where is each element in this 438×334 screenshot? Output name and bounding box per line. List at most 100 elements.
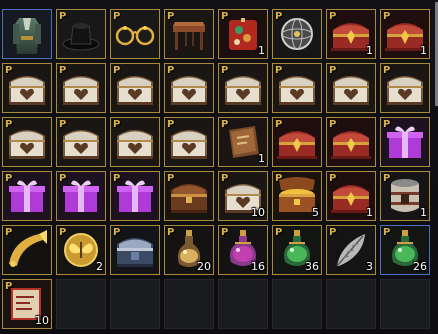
empty-inventory-slot[interactable] — [110, 279, 160, 329]
premium-badge: P — [5, 227, 13, 238]
premium-badge: P — [329, 173, 337, 184]
inventory-slot[interactable]: P — [56, 117, 106, 167]
inventory-slot[interactable]: P — [56, 171, 106, 221]
inventory-slot[interactable]: P — [380, 63, 430, 113]
inventory-slot[interactable]: P1 — [218, 117, 268, 167]
item-count: 1 — [366, 206, 373, 219]
item-count: 20 — [197, 260, 211, 273]
inventory-slot[interactable]: P — [110, 9, 160, 59]
empty-inventory-slot[interactable] — [326, 279, 376, 329]
premium-badge: P — [383, 227, 391, 238]
inventory-slot[interactable]: P — [380, 117, 430, 167]
premium-badge: P — [221, 173, 229, 184]
premium-badge: P — [113, 65, 121, 76]
item-count: 1 — [258, 152, 265, 165]
inventory-slot[interactable]: P1 — [326, 171, 376, 221]
inventory-slot[interactable]: P — [2, 63, 52, 113]
inventory-slot[interactable]: P — [2, 225, 52, 275]
inventory-slot[interactable]: P 10 — [2, 279, 52, 329]
premium-badge: P — [383, 65, 391, 76]
item-count: 1 — [258, 44, 265, 57]
premium-badge: P — [59, 173, 67, 184]
inventory-slot[interactable]: P — [110, 171, 160, 221]
inventory-slot[interactable]: P — [272, 117, 322, 167]
premium-badge: P — [167, 119, 175, 130]
item-count: 10 — [251, 206, 265, 219]
inventory-slot[interactable]: P — [326, 117, 376, 167]
empty-inventory-slot[interactable] — [56, 279, 106, 329]
item-count: 1 — [366, 44, 373, 57]
premium-badge: P — [5, 65, 13, 76]
inventory-slot[interactable]: P — [326, 63, 376, 113]
inventory-slot[interactable]: P — [110, 63, 160, 113]
inventory-slot[interactable]: P — [56, 9, 106, 59]
premium-badge: P — [59, 119, 67, 130]
premium-badge: P — [59, 65, 67, 76]
premium-badge: P — [221, 227, 229, 238]
empty-inventory-slot[interactable] — [380, 279, 430, 329]
premium-badge: P — [167, 227, 175, 238]
premium-badge: P — [59, 227, 67, 238]
premium-badge: P — [5, 119, 13, 130]
item-count: 3 — [366, 260, 373, 273]
item-count: 1 — [420, 206, 427, 219]
premium-badge: P — [329, 65, 337, 76]
inventory-slot[interactable]: P5 — [272, 171, 322, 221]
premium-badge: P — [383, 173, 391, 184]
inventory-slot[interactable]: P — [164, 63, 214, 113]
premium-badge: P — [221, 65, 229, 76]
item-count: 16 — [251, 260, 265, 273]
premium-badge: P — [275, 11, 283, 22]
inventory-slot[interactable]: P — [164, 9, 214, 59]
inventory-grid: P P P P1 P P1 P1 P P P P P P P P P P P P… — [2, 9, 430, 329]
inventory-slot[interactable]: P3 — [326, 225, 376, 275]
inventory-slot[interactable]: P — [164, 117, 214, 167]
premium-badge: P — [221, 11, 229, 22]
inventory-slot[interactable]: P — [218, 63, 268, 113]
inventory-slot[interactable]: P — [2, 171, 52, 221]
premium-badge: P — [167, 65, 175, 76]
item-count: 1 — [420, 44, 427, 57]
premium-badge: P — [113, 119, 121, 130]
premium-badge: P — [383, 119, 391, 130]
inventory-slot[interactable]: P 20 — [164, 225, 214, 275]
empty-inventory-slot[interactable] — [218, 279, 268, 329]
inventory-slot[interactable]: P 16 — [218, 225, 268, 275]
inventory-slot[interactable]: P2 — [56, 225, 106, 275]
premium-badge: P — [59, 11, 67, 22]
inventory-slot[interactable]: P — [110, 225, 160, 275]
inventory-slot[interactable]: P 36 — [272, 225, 322, 275]
inventory-slot[interactable]: P — [272, 63, 322, 113]
premium-badge: P — [113, 173, 121, 184]
item-count: 10 — [35, 314, 49, 327]
premium-badge: P — [5, 173, 13, 184]
inventory-slot[interactable]: P — [164, 171, 214, 221]
inventory-slot[interactable]: P — [56, 63, 106, 113]
item-count: 2 — [96, 260, 103, 273]
inventory-slot[interactable]: P1 — [380, 171, 430, 221]
inventory-slot[interactable]: P — [2, 117, 52, 167]
premium-badge: P — [275, 65, 283, 76]
item-count: 36 — [305, 260, 319, 273]
premium-badge: P — [113, 227, 121, 238]
premium-badge: P — [383, 11, 391, 22]
item-count: 26 — [413, 260, 427, 273]
inventory-slot[interactable]: P1 — [380, 9, 430, 59]
premium-badge: P — [275, 227, 283, 238]
inventory-slot[interactable]: P — [272, 9, 322, 59]
empty-inventory-slot[interactable] — [272, 279, 322, 329]
inventory-slot[interactable] — [2, 9, 52, 59]
inventory-slot[interactable]: P 10 — [218, 171, 268, 221]
premium-badge: P — [329, 227, 337, 238]
inventory-slot[interactable]: P1 — [218, 9, 268, 59]
item-count: 5 — [312, 206, 319, 219]
premium-badge: P — [221, 119, 229, 130]
inventory-slot[interactable]: P1 — [326, 9, 376, 59]
premium-badge: P — [167, 11, 175, 22]
inventory-slot[interactable]: P — [110, 117, 160, 167]
empty-inventory-slot[interactable] — [164, 279, 214, 329]
premium-badge: P — [5, 281, 13, 292]
inventory-slot[interactable]: P 26 — [380, 225, 430, 275]
premium-badge: P — [275, 173, 283, 184]
armor-set-icon — [3, 10, 51, 58]
